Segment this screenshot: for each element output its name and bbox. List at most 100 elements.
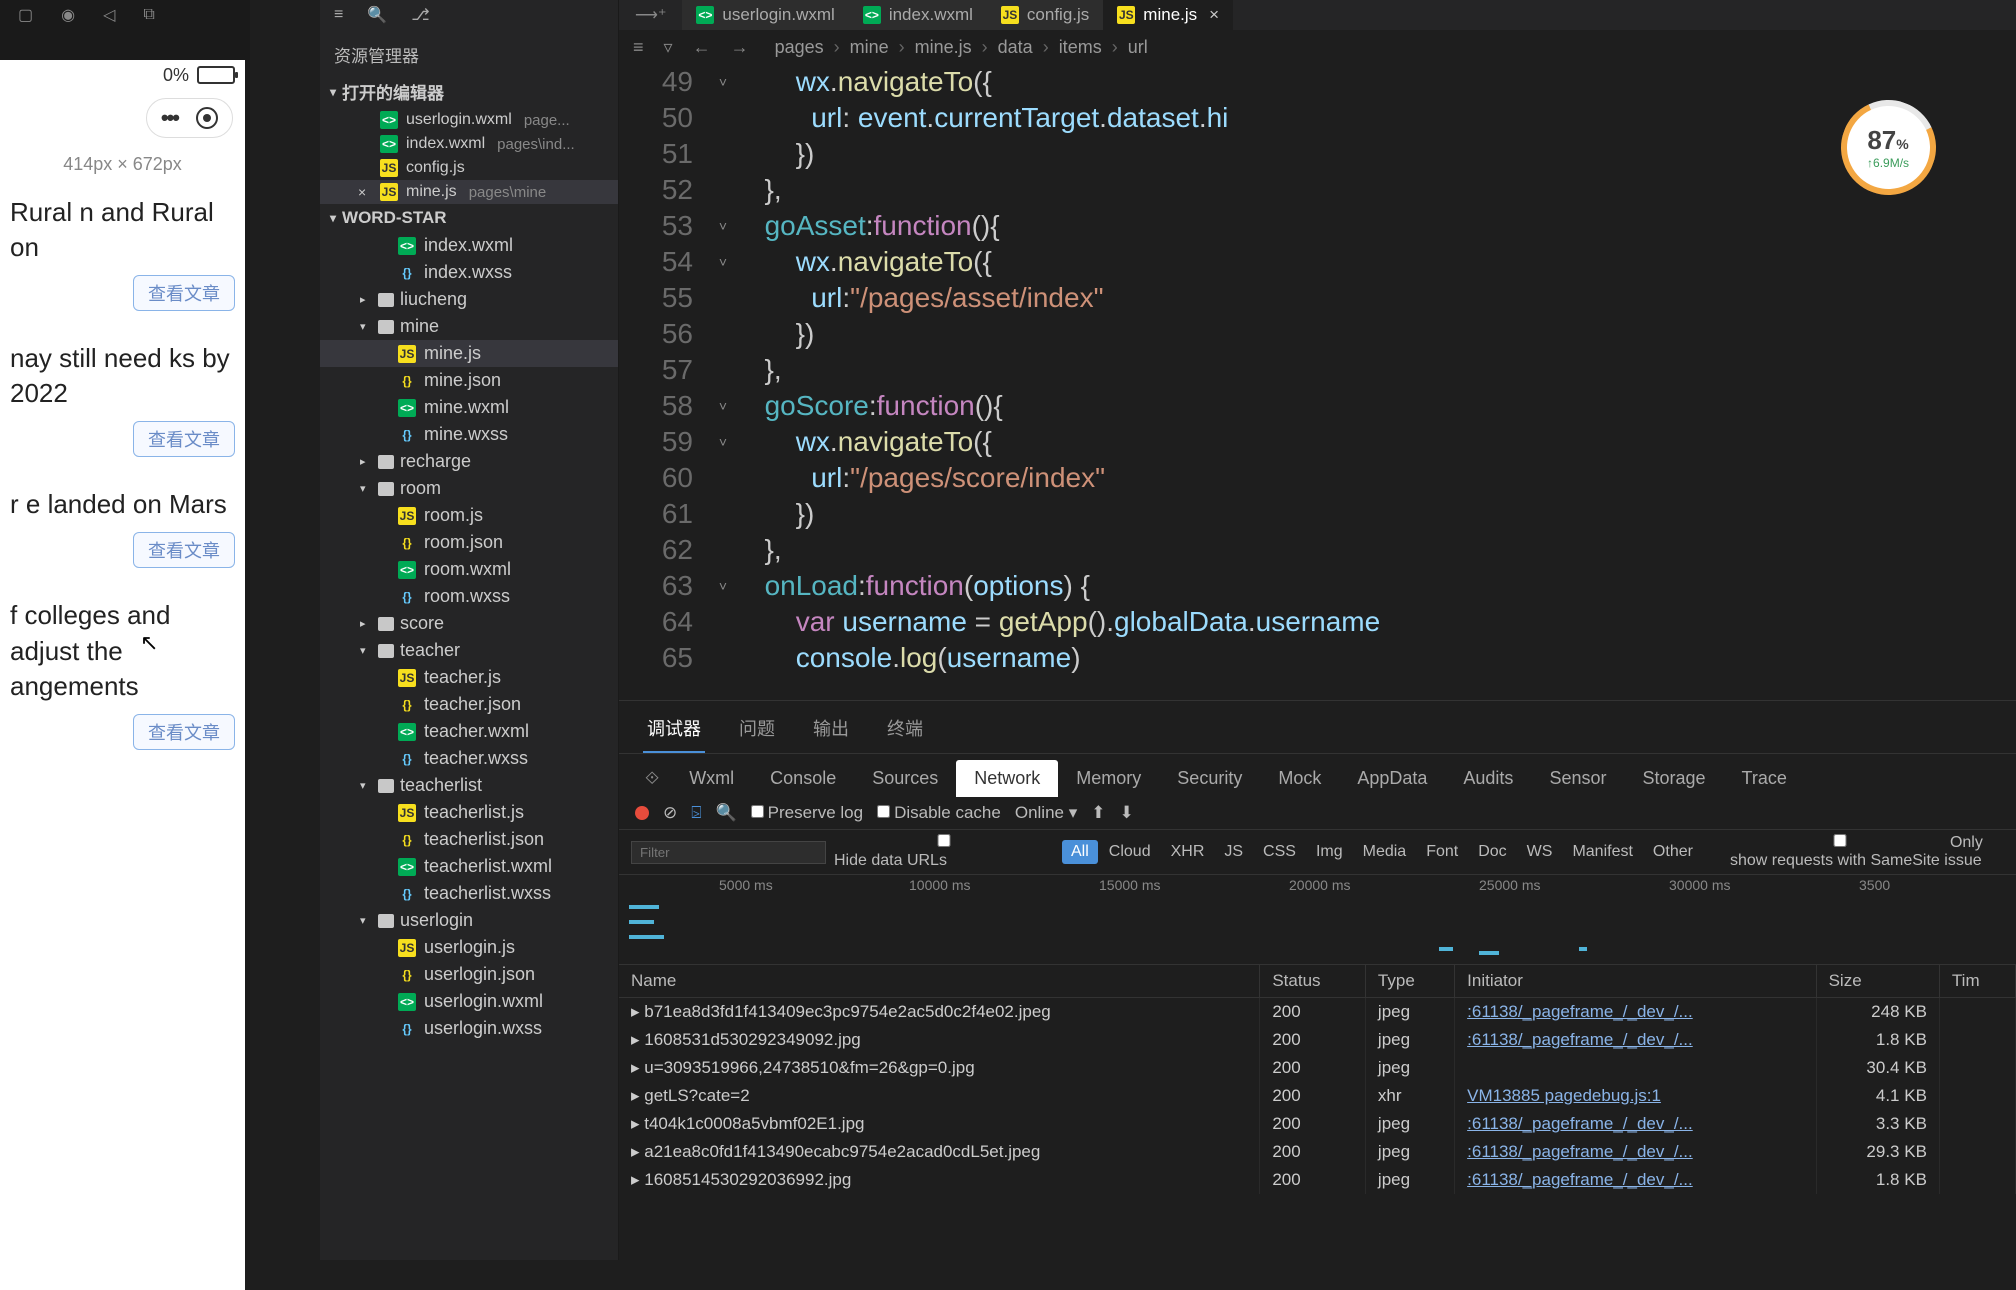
breadcrumb-item[interactable]: mine (850, 37, 889, 58)
open-editor-item[interactable]: JSconfig.js (320, 156, 618, 180)
capsule[interactable]: ••• (146, 98, 233, 138)
filter-chip-font[interactable]: Font (1417, 840, 1467, 864)
panel-tab-输出[interactable]: 输出 (809, 709, 853, 753)
file-item[interactable]: teacher.wxss (320, 745, 618, 772)
network-row[interactable]: ▸ 1608514530292036992.jpg200jpeg:61138/_… (619, 1166, 2016, 1194)
folder-mine[interactable]: ▾mine (320, 313, 618, 340)
column-tim[interactable]: Tim (1939, 965, 2015, 998)
column-type[interactable]: Type (1365, 965, 1454, 998)
bookmark-icon[interactable]: ▿ (664, 37, 673, 58)
devtab-mock[interactable]: Mock (1260, 760, 1339, 797)
file-item[interactable]: <>room.wxml (320, 556, 618, 583)
file-item[interactable]: <>index.wxml (320, 232, 618, 259)
devtab-appdata[interactable]: AppData (1339, 760, 1445, 797)
file-item[interactable]: <>userlogin.wxml (320, 988, 618, 1015)
filter-chip-js[interactable]: JS (1215, 840, 1252, 864)
folder-teacher[interactable]: ▾teacher (320, 637, 618, 664)
upload-icon[interactable]: ⬆ (1091, 803, 1105, 823)
record-icon[interactable]: ◉ (61, 5, 75, 25)
search-icon[interactable]: 🔍 (367, 5, 387, 25)
devtab-network[interactable]: Network (956, 760, 1058, 797)
tab-index.wxml[interactable]: <>index.wxml (849, 0, 987, 30)
file-item[interactable]: JSteacher.js (320, 664, 618, 691)
tab-add-icon[interactable]: ⟶⁺ (635, 5, 666, 25)
column-size[interactable]: Size (1816, 965, 1939, 998)
network-row[interactable]: ▸ a21ea8c0fd1f413490ecabc9754e2acad0cdL5… (619, 1138, 2016, 1166)
filter-chip-img[interactable]: Img (1307, 840, 1352, 864)
project-header[interactable]: ▾WORD-STAR (320, 204, 618, 232)
file-item[interactable]: mine.wxss (320, 421, 618, 448)
filter-chip-other[interactable]: Other (1644, 840, 1702, 864)
devtab-storage[interactable]: Storage (1624, 760, 1723, 797)
filter-chip-cloud[interactable]: Cloud (1100, 840, 1160, 864)
file-item[interactable]: teacherlist.wxss (320, 880, 618, 907)
filter-chip-css[interactable]: CSS (1254, 840, 1305, 864)
devtab-audits[interactable]: Audits (1445, 760, 1531, 797)
code-editor[interactable]: 4950515253545556575859606162636465 ˅˅˅˅˅… (619, 64, 2016, 700)
file-item[interactable]: teacher.json (320, 691, 618, 718)
panel-tab-调试器[interactable]: 调试器 (643, 709, 705, 753)
devtab-wxml[interactable]: Wxml (671, 760, 752, 797)
filter-chip-media[interactable]: Media (1354, 840, 1416, 864)
file-item[interactable]: userlogin.json (320, 961, 618, 988)
inspect-icon[interactable]: ⟐ (633, 760, 671, 797)
folder-recharge[interactable]: ▸recharge (320, 448, 618, 475)
open-editors-header[interactable]: ▾打开的编辑器 (320, 75, 618, 108)
file-item[interactable]: index.wxss (320, 259, 618, 286)
hide-urls-checkbox[interactable]: Hide data URLs (834, 834, 1054, 870)
breadcrumb-item[interactable]: data (998, 37, 1033, 58)
nav-back-icon[interactable]: ← (693, 37, 711, 58)
back-icon[interactable]: ◁ (103, 5, 115, 25)
close-app-icon[interactable] (196, 107, 218, 129)
clear-icon[interactable]: ⊘ (663, 803, 677, 823)
device-icon[interactable]: ▢ (18, 5, 33, 25)
panel-tab-终端[interactable]: 终端 (883, 709, 927, 753)
file-item[interactable]: room.json (320, 529, 618, 556)
network-row[interactable]: ▸ b71ea8d3fd1f413409ec3pc9754e2ac5d0c2f4… (619, 998, 2016, 1027)
file-item[interactable]: room.wxss (320, 583, 618, 610)
file-item[interactable]: JSroom.js (320, 502, 618, 529)
throttle-select[interactable]: Online ▾ (1015, 803, 1077, 823)
filter-chip-doc[interactable]: Doc (1469, 840, 1515, 864)
devtab-console[interactable]: Console (752, 760, 854, 797)
network-row[interactable]: ▸ t404k1c0008a5vbmf02E1.jpg200jpeg:61138… (619, 1110, 2016, 1138)
file-item[interactable]: mine.json (320, 367, 618, 394)
network-row[interactable]: ▸ getLS?cate=2200xhrVM13885 pagedebug.js… (619, 1082, 2016, 1110)
devtab-sensor[interactable]: Sensor (1531, 760, 1624, 797)
file-item[interactable]: <>teacher.wxml (320, 718, 618, 745)
devtab-trace[interactable]: Trace (1724, 760, 1805, 797)
file-item[interactable]: <>teacherlist.wxml (320, 853, 618, 880)
folder-room[interactable]: ▾room (320, 475, 618, 502)
file-item[interactable]: JSmine.js (320, 340, 618, 367)
file-item[interactable]: <>mine.wxml (320, 394, 618, 421)
tab-mine.js[interactable]: JSmine.js× (1103, 0, 1233, 30)
close-icon[interactable]: × (358, 184, 372, 200)
breadcrumb-item[interactable]: mine.js (915, 37, 972, 58)
view-article-button[interactable]: 查看文章 (133, 714, 235, 750)
filter-chip-xhr[interactable]: XHR (1162, 840, 1214, 864)
view-article-button[interactable]: 查看文章 (133, 421, 235, 457)
devtab-security[interactable]: Security (1159, 760, 1260, 797)
folder-score[interactable]: ▸score (320, 610, 618, 637)
folder-liucheng[interactable]: ▸liucheng (320, 286, 618, 313)
open-editor-item[interactable]: <>index.wxmlpages\ind... (320, 132, 618, 156)
nav-fwd-icon[interactable]: → (731, 37, 749, 58)
close-icon[interactable]: × (1209, 5, 1219, 25)
devtab-memory[interactable]: Memory (1058, 760, 1159, 797)
devtab-sources[interactable]: Sources (854, 760, 956, 797)
outline-icon[interactable]: ≡ (633, 37, 644, 58)
record-icon[interactable] (635, 806, 649, 820)
filter-icon[interactable]: ⍄ (691, 803, 701, 823)
search-icon[interactable]: 🔍 (715, 803, 736, 823)
breadcrumb-item[interactable]: pages (775, 37, 824, 58)
file-item[interactable]: teacherlist.json (320, 826, 618, 853)
branch-icon[interactable]: ⎇ (411, 5, 429, 25)
preserve-log-checkbox[interactable]: Preserve log (751, 803, 863, 823)
open-editor-item[interactable]: ×JSmine.jspages\mine (320, 180, 618, 204)
column-initiator[interactable]: Initiator (1455, 965, 1816, 998)
panel-tab-问题[interactable]: 问题 (735, 709, 779, 753)
column-name[interactable]: Name (619, 965, 1260, 998)
download-icon[interactable]: ⬇ (1120, 803, 1134, 823)
network-timeline[interactable]: 5000 ms10000 ms15000 ms20000 ms25000 ms3… (619, 875, 2016, 965)
column-status[interactable]: Status (1260, 965, 1366, 998)
